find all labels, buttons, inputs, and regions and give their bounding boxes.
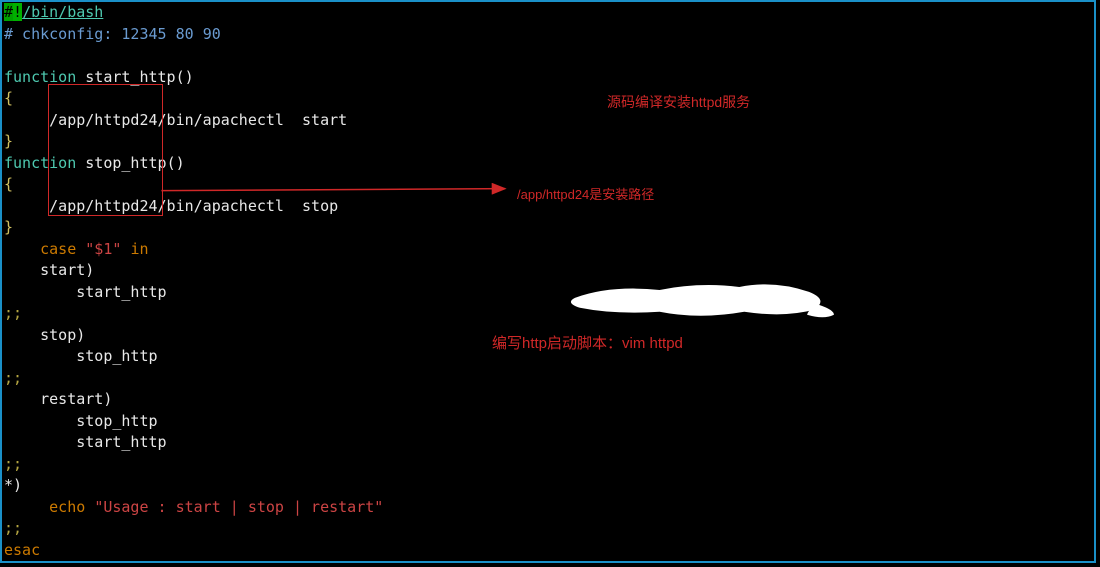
fn-stop-parens: () xyxy=(167,154,185,172)
kw-function: function xyxy=(4,68,76,86)
case-var: "$1" xyxy=(85,240,121,258)
brace-open: { xyxy=(4,89,13,107)
case-sep: ;; xyxy=(4,304,22,322)
usage-msg: "Usage : start | stop | restart" xyxy=(94,498,383,516)
fn-stop-name: stop_http xyxy=(85,154,166,172)
cursor-block: # xyxy=(4,3,13,21)
branch-start-call: start_http xyxy=(76,283,166,301)
chkconfig-start: 80 xyxy=(176,25,194,43)
kw-function: function xyxy=(4,154,76,172)
branch-start-label: start) xyxy=(40,261,94,279)
branch-restart-call1: stop_http xyxy=(76,412,157,430)
branch-restart-label: restart) xyxy=(40,390,112,408)
shebang-bang: ! xyxy=(13,3,22,21)
shebang-path: /bin/bash xyxy=(22,3,103,21)
case-sep: ;; xyxy=(4,455,22,473)
branch-stop-label: stop) xyxy=(40,326,85,344)
fn-start-body-arg: start xyxy=(302,111,347,129)
case-sep: ;; xyxy=(4,519,22,537)
kw-esac: esac xyxy=(4,541,40,559)
brace-close: } xyxy=(4,132,13,150)
code-content: #!/bin/bash # chkconfig: 12345 80 90 fun… xyxy=(2,2,1094,561)
kw-in: in xyxy=(130,240,148,258)
branch-restart-call2: start_http xyxy=(76,433,166,451)
terminal-window: #!/bin/bash # chkconfig: 12345 80 90 fun… xyxy=(0,0,1096,563)
kw-echo: echo xyxy=(49,498,85,516)
chkconfig-prefix: # chkconfig: xyxy=(4,25,121,43)
branch-default-label: *) xyxy=(4,476,22,494)
fn-start-parens: () xyxy=(176,68,194,86)
fn-start-name: start_http xyxy=(85,68,175,86)
kw-case: case xyxy=(40,240,76,258)
branch-stop-call: stop_http xyxy=(76,347,157,365)
fn-start-body-path: /app/httpd24/bin/apachectl xyxy=(49,111,284,129)
fn-stop-body-arg: stop xyxy=(302,197,338,215)
brace-close: } xyxy=(4,218,13,236)
fn-stop-body-path: /app/httpd24/bin/apachectl xyxy=(49,197,284,215)
case-sep: ;; xyxy=(4,369,22,387)
brace-open: { xyxy=(4,175,13,193)
chkconfig-stop: 90 xyxy=(203,25,221,43)
chkconfig-levels: 12345 xyxy=(121,25,166,43)
